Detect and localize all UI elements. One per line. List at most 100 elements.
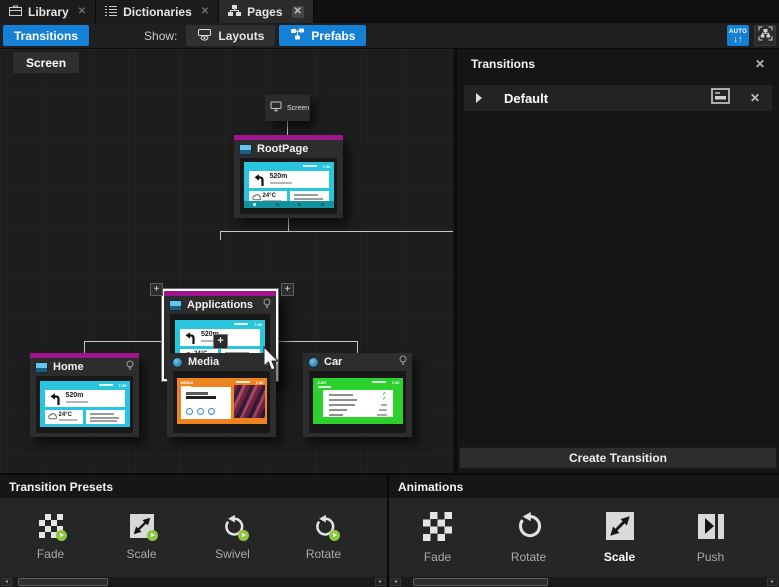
connector-rootpage-branch [220,231,453,232]
preset-rotate[interactable]: Rotate [278,514,369,561]
scroll-right-arrow[interactable]: ▸ [767,578,778,586]
node-media[interactable]: Media MEDIA 7:30 [167,353,276,437]
preset-label: Scale [126,547,156,561]
close-icon[interactable]: ✕ [750,91,760,105]
add-page-left-button[interactable]: + [150,283,163,296]
prefab-icon [172,357,183,368]
screen-root-tab[interactable]: Screen [13,52,79,73]
layouts-button-label: Layouts [218,29,264,43]
transition-item-default[interactable]: Default ✕ [464,85,772,111]
close-icon[interactable]: ✕ [201,6,209,18]
thumb-time: 7:30 [322,164,330,169]
fit-graph-button[interactable] [754,25,776,46]
animation-rotate[interactable]: Rotate [483,512,574,564]
preset-label: Rotate [306,547,341,561]
preset-swivel[interactable]: Swivel [187,514,278,561]
album-art-photo [234,385,265,418]
tab-label: Library [28,5,69,19]
thumb-car-heading: CAR [318,380,327,385]
thumb-media-heading: MEDIA [181,380,194,385]
node-screen[interactable]: Screen [265,95,310,121]
hierarchy-icon [228,5,241,19]
tab-label: Dictionaries [123,5,192,19]
page-icon [239,144,252,155]
close-icon[interactable]: ✕ [755,57,765,71]
lightbulb-icon [126,358,134,376]
lightbulb-icon [263,296,271,314]
layouts-icon [197,28,212,44]
node-thumbnail: 7:30 520m 24°C [36,376,133,433]
animation-label: Scale [604,550,635,564]
create-transition-button[interactable]: Create Transition [459,447,777,469]
play-badge-icon [329,530,340,541]
rotate-icon [514,511,543,541]
thumb-distance: 520m [270,173,288,180]
add-child-page-button[interactable]: + [213,334,228,349]
scroll-left-arrow[interactable]: ◂ [1,578,12,586]
animations-title: Animations [389,475,779,498]
list-icon [105,5,117,19]
scroll-track[interactable] [403,578,765,586]
node-title: Home [53,361,121,373]
close-icon[interactable]: ✕ [292,6,304,18]
tab-library[interactable]: Library ✕ [0,0,96,23]
layouts-toggle-button[interactable]: Layouts [186,25,275,46]
page-icon [169,300,182,311]
monitor-icon [270,99,282,117]
animation-push[interactable]: Push [665,512,756,564]
play-badge-icon [56,530,67,541]
scroll-right-arrow[interactable]: ▸ [375,578,386,586]
edit-properties-icon[interactable] [711,88,730,109]
document-tab-bar: Library ✕ Dictionaries ✕ Pages ✕ [0,0,779,23]
node-home[interactable]: Home 7:30 520m 24°C [30,353,139,437]
preset-scale[interactable]: Scale [96,514,187,561]
node-thumbnail: CAR 7:30 ✓ ✓ [309,371,406,433]
fade-icon [423,512,452,541]
node-car[interactable]: Car CAR 7:30 ✓ ✓ [303,353,412,437]
page-icon [35,362,48,373]
scroll-left-arrow[interactable]: ◂ [390,578,401,586]
node-title: Car [324,356,394,368]
preset-fade[interactable]: Fade [5,514,96,561]
auto-arrange-button[interactable]: AUTO ↓↑ [727,25,749,46]
pages-toolbar: Transitions Show: Layouts Prefabs AUTO ↓… [0,23,779,49]
scroll-thumb[interactable] [18,578,108,586]
thumb-temperature: 24°C [263,193,276,199]
fit-graph-icon [758,26,773,46]
connector-applications-up [220,231,221,240]
prefabs-button-label: Prefabs [311,29,355,43]
animations-panel: Animations Fade Rotate Scale Push [389,475,779,587]
tab-label: Pages [247,5,282,19]
add-page-right-button[interactable]: + [281,283,294,296]
transition-presets-title: Transition Presets [0,475,387,498]
node-title: Screen [287,105,309,112]
bottom-panels: Transition Presets Fade Scale Swivel Rot… [0,473,779,587]
prefabs-toggle-button[interactable]: Prefabs [279,25,366,46]
node-title: Media [188,356,258,368]
close-icon[interactable]: ✕ [78,6,86,18]
scroll-track[interactable] [14,578,373,586]
presets-scrollbar[interactable]: ◂ ▸ [0,577,387,587]
thumb-distance: 520m [66,392,84,399]
animations-scrollbar[interactable]: ◂ ▸ [389,577,779,587]
preset-label: Swivel [215,547,250,561]
animation-scale[interactable]: Scale [574,512,665,564]
show-label: Show: [144,29,177,43]
play-badge-icon [147,530,158,541]
transitions-button[interactable]: Transitions [3,25,89,46]
mouse-cursor [263,346,281,377]
push-icon [698,514,724,539]
connector-rootpage-down [288,218,289,231]
connector-car-up [357,341,358,353]
transition-presets-panel: Transition Presets Fade Scale Swivel Rot… [0,475,389,587]
kanzi-pages-window: Library ✕ Dictionaries ✕ Pages ✕ Transit… [0,0,779,587]
scroll-thumb[interactable] [413,578,548,586]
page-graph-canvas[interactable]: Screen Screen RootPage 7:30 [0,49,453,473]
tab-pages[interactable]: Pages ✕ [219,0,314,23]
scale-icon [606,512,634,540]
node-rootpage[interactable]: RootPage 7:30 520m 24°C [234,135,343,218]
tab-dictionaries[interactable]: Dictionaries ✕ [96,0,219,23]
expand-arrow-icon[interactable] [476,93,482,103]
node-title: RootPage [257,143,338,155]
animation-fade[interactable]: Fade [392,512,483,564]
